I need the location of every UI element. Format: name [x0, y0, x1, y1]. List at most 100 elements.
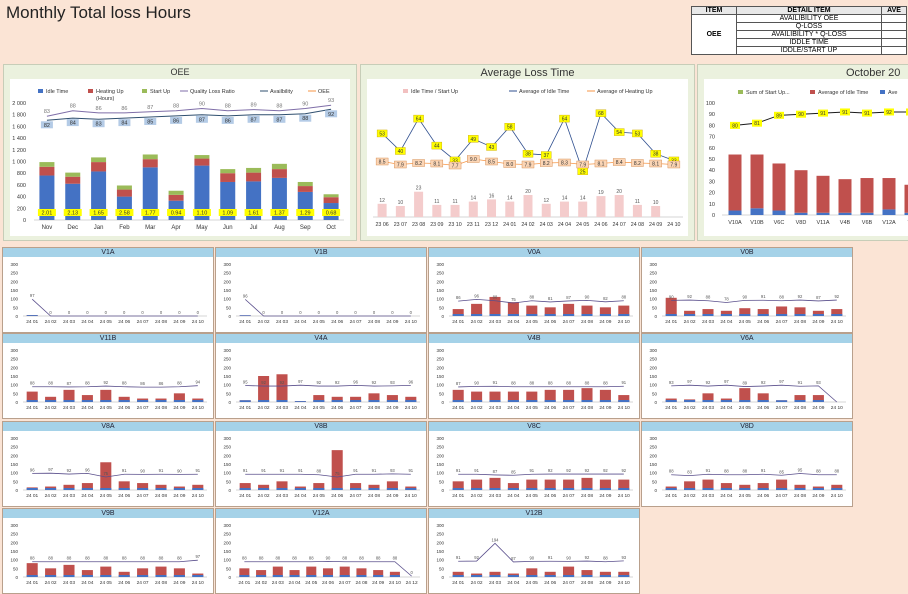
line-label: 92 [67, 468, 72, 473]
bar [239, 575, 249, 577]
bar [563, 488, 574, 490]
bar [100, 575, 111, 577]
bar [368, 400, 379, 402]
bar [45, 400, 56, 402]
line-label: 86 [173, 118, 179, 124]
line-label: 0 [178, 310, 181, 315]
line-label: 88 [816, 469, 821, 474]
bar [813, 314, 824, 316]
y-tick-label: 0 [441, 575, 444, 580]
line-label: 92 [585, 468, 590, 473]
line-label: 84 [70, 121, 76, 127]
bar [526, 575, 537, 577]
bar [27, 563, 38, 577]
detail-row: AVAILIBILITY * Q-LOSS [737, 31, 882, 39]
bar [137, 575, 148, 577]
x-tick-label: 24 09 [386, 405, 398, 411]
line-label: 92 [886, 110, 892, 116]
y-tick-label: 50 [709, 157, 715, 163]
y-tick-label: 150 [223, 288, 231, 293]
bar [306, 575, 316, 577]
bar [137, 488, 148, 490]
bar [633, 205, 642, 217]
bar [174, 488, 185, 490]
x-tick-label: 24 08 [155, 319, 167, 325]
x-tick-label: 24 04 [720, 493, 732, 499]
x-tick-label: 24 09 [173, 493, 185, 499]
line-label: 89 [776, 113, 782, 119]
y-tick-label: 250 [436, 271, 444, 276]
y-tick-label: 300 [436, 348, 444, 353]
bar [739, 388, 750, 402]
x-tick-label: 24 08 [368, 319, 380, 325]
bar [290, 575, 300, 577]
line-label: 93 [816, 380, 821, 385]
line-label: 88 [566, 381, 571, 386]
bar-label: 19 [598, 190, 604, 196]
small-chart-svg: 05010015020025030024 0124 0224 0324 0424… [429, 334, 639, 418]
legend-label: Ave [888, 90, 897, 96]
idle-label: 49 [471, 137, 477, 143]
small-chart-v12a: V12A05010015020025030024 0124 0224 0324 … [215, 508, 427, 594]
line-label: 0 [197, 310, 200, 315]
small-chart-svg: 05010015020025030024 0124 0224 0324 0424… [216, 248, 426, 332]
x-tick-label: 24 03 [63, 405, 75, 411]
y-tick-label: 300 [223, 436, 231, 441]
bar [581, 388, 592, 402]
bar [194, 155, 209, 159]
y-tick-label: 1 600 [12, 124, 26, 130]
line-label: 78 [724, 296, 729, 301]
bar [581, 314, 592, 316]
bar-label: 0.94 [171, 211, 182, 217]
line-label: 95 [798, 468, 803, 473]
bar [405, 488, 416, 490]
bar [313, 488, 324, 490]
bar [368, 488, 379, 490]
small-chart-v12b: V12B05010015020025030024 0124 0224 0324 … [428, 508, 640, 594]
line-label: 91 [621, 380, 626, 385]
line-label: 92 [474, 555, 479, 560]
x-tick-label: 24 03 [276, 319, 288, 325]
bar-label: 12 [543, 198, 549, 204]
bar [324, 194, 339, 197]
x-tick-label: 24 05 [100, 580, 112, 586]
detail-row: IDDLE TIME [737, 39, 882, 47]
bar [813, 400, 824, 402]
y-tick-label: 0 [23, 218, 26, 224]
line-label: 0 [262, 310, 265, 315]
bar [684, 314, 695, 316]
line-label: 87 [456, 381, 461, 386]
line-label: 91 [159, 468, 164, 473]
bar-label: 14 [471, 196, 477, 202]
x-tick-label: Mar [145, 225, 155, 231]
bar [45, 575, 56, 577]
bar [489, 314, 500, 316]
legend-label: Average of Idle Time [519, 89, 569, 95]
line-label: 88 [177, 556, 182, 561]
line-label: 0 [86, 310, 89, 315]
small-chart-svg: 05010015020025030024 0124 0224 0324 0424… [429, 509, 639, 593]
x-tick-label: 24 02 [684, 493, 696, 499]
bar-label: 11 [452, 199, 457, 205]
x-tick-label: 24 02 [471, 493, 483, 499]
x-tick-label: Jan [94, 225, 104, 231]
legend-label: Average of Idle Time [818, 90, 868, 96]
y-tick-label: 100 [649, 297, 657, 302]
idle-label: 64 [562, 117, 568, 123]
line-label: 0 [373, 310, 376, 315]
line-label: 88 [342, 556, 347, 561]
line-label: 90 [798, 112, 804, 118]
x-tick-label: 23 10 [448, 222, 461, 228]
bar-label: 1.61 [248, 211, 259, 217]
y-tick-label: 50 [226, 566, 232, 571]
line-label: 88 [309, 556, 314, 561]
x-tick-label: 24 07 [563, 493, 575, 499]
x-tick-label: 24 01 [26, 405, 38, 411]
x-tick-label: 24 05 [100, 493, 112, 499]
x-tick-label: 24 10 [389, 580, 401, 586]
bar [795, 170, 808, 213]
y-tick-label: 200 [17, 206, 26, 212]
line-label: 81 [754, 121, 760, 127]
y-tick-label: 250 [10, 271, 18, 276]
line-label: 88 [316, 469, 321, 474]
